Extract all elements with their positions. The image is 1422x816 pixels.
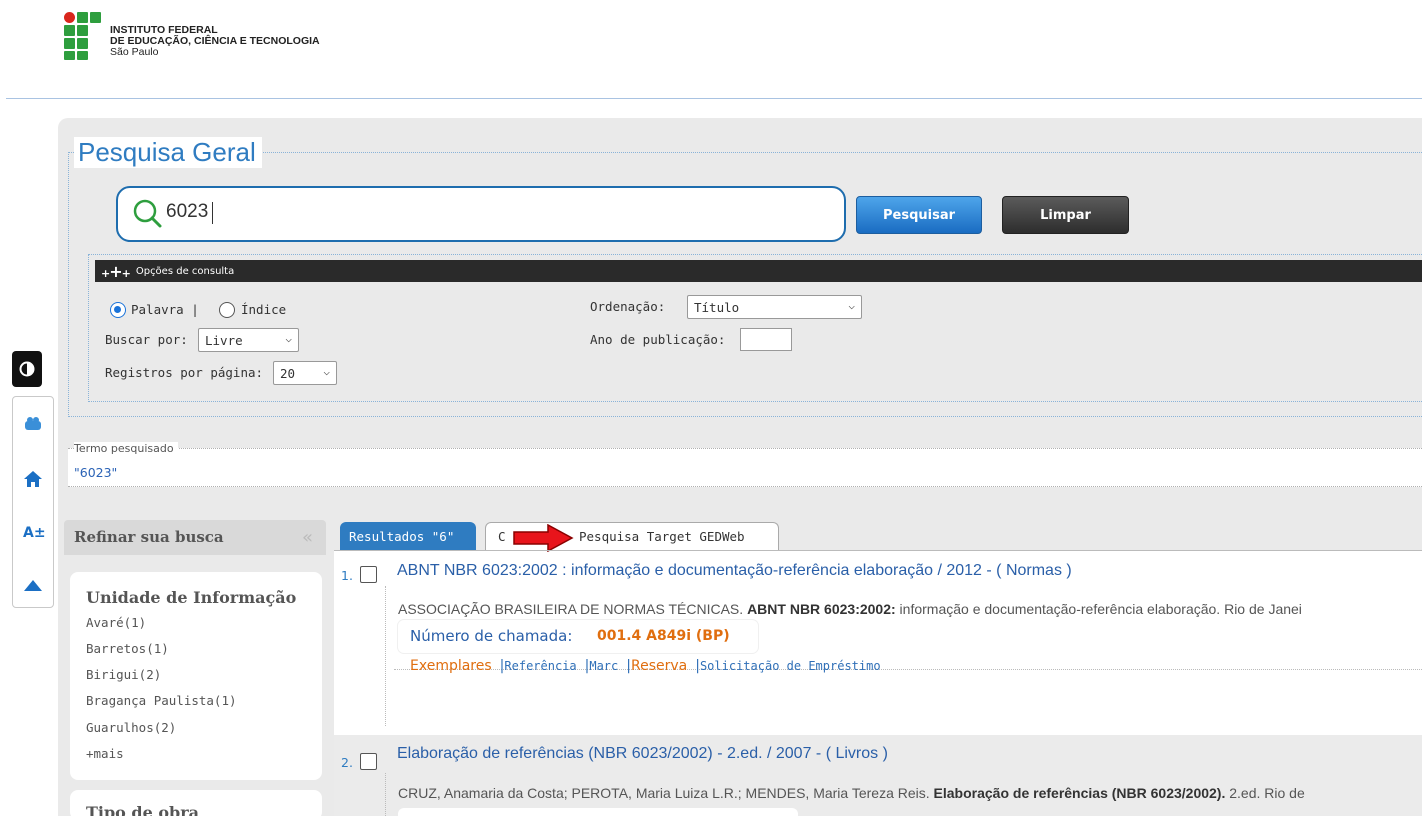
header-divider <box>6 98 1422 99</box>
buscar-por-label: Buscar por: <box>105 332 188 347</box>
call-number-box <box>398 808 798 816</box>
result-desc-bold: Elaboração de referências (NBR 6023/2002… <box>933 785 1226 801</box>
ordenacao-label: Ordenação: <box>590 299 666 314</box>
institution-logo <box>64 12 106 64</box>
contrast-icon <box>19 361 35 377</box>
tab-underline <box>334 550 1422 551</box>
call-number-label: Número de chamada: <box>410 627 573 645</box>
search-term-value: "6023" <box>74 465 118 480</box>
unidade-item-guarulhos[interactable]: Guarulhos(2) <box>86 720 176 735</box>
chevron-down-icon: ⌵ <box>323 365 330 378</box>
search-term-box <box>68 448 1422 487</box>
registros-select[interactable]: 20 ⌵ <box>273 361 337 385</box>
marc-link[interactable]: Marc <box>589 659 618 673</box>
accessibility-toolbar: A± <box>12 396 54 608</box>
menu-icon[interactable] <box>23 413 43 433</box>
referencia-link[interactable]: Referência <box>504 659 576 673</box>
radio-indice[interactable] <box>219 302 235 318</box>
clear-button[interactable]: Limpar <box>1002 196 1129 234</box>
result-author: CRUZ, Anamaria da Costa; PEROTA, Maria L… <box>398 785 934 801</box>
call-number-value: 001.4 A849i (BP) <box>597 628 730 644</box>
registros-value: 20 <box>280 365 296 381</box>
font-size-icon[interactable]: A± <box>23 525 46 541</box>
radio-indice-label[interactable]: Índice <box>241 302 286 317</box>
result-checkbox[interactable] <box>360 566 377 583</box>
search-input-value[interactable]: 6023 <box>166 201 208 223</box>
unidade-more-link[interactable]: +mais <box>86 746 124 761</box>
result-desc-rest: 2.ed. Rio de <box>1225 785 1305 801</box>
plus-icon: +++ <box>101 261 131 281</box>
result-desc-rest: informação e documentação-referência ela… <box>895 601 1302 617</box>
collapse-icon[interactable]: « <box>302 527 313 548</box>
result-title[interactable]: Elaboração de referências (NBR 6023/2002… <box>397 745 888 763</box>
options-header[interactable]: +++ Opções de consulta <box>95 260 1422 282</box>
unidade-item-barretos[interactable]: Barretos(1) <box>86 641 169 656</box>
home-icon[interactable] <box>23 469 43 489</box>
tab-target-label: Pesquisa Target GEDWeb <box>579 529 745 544</box>
search-button[interactable]: Pesquisar <box>856 196 982 234</box>
buscar-por-select[interactable]: Livre ⌵ <box>198 328 299 352</box>
registros-label: Registros por página: <box>105 365 264 380</box>
radio-palavra[interactable] <box>110 302 126 318</box>
ano-label: Ano de publicação: <box>590 332 726 347</box>
result-divider <box>385 773 386 816</box>
buscar-por-value: Livre <box>205 332 243 348</box>
result-description: ASSOCIAÇÃO BRASILEIRA DE NORMAS TÉCNICAS… <box>398 601 1302 617</box>
unidade-item-birigui[interactable]: Birigui(2) <box>86 667 161 682</box>
institution-name: INSTITUTO FEDERAL DE EDUCAÇÃO, CIÊNCIA E… <box>110 25 320 58</box>
search-input[interactable] <box>116 186 846 242</box>
red-arrow-annotation <box>513 524 574 552</box>
tab-results[interactable]: Resultados "6" <box>340 522 476 551</box>
institution-name-line3: São Paulo <box>110 46 159 58</box>
chevron-down-icon: ⌵ <box>848 299 855 312</box>
ordenacao-select[interactable]: Título ⌵ <box>687 295 862 319</box>
page-title: Pesquisa Geral <box>74 137 262 168</box>
ano-input[interactable] <box>740 328 792 351</box>
result-description: CRUZ, Anamaria da Costa; PEROTA, Maria L… <box>398 785 1305 801</box>
tab-hidden-label: C <box>498 529 506 544</box>
result-divider <box>385 586 386 726</box>
result-author: ASSOCIAÇÃO BRASILEIRA DE NORMAS TÉCNICAS… <box>398 601 748 617</box>
reserva-link[interactable]: Reserva <box>631 658 687 674</box>
emprestimo-link[interactable]: Solicitação de Empréstimo <box>700 659 881 673</box>
text-cursor <box>212 202 213 224</box>
chevron-down-icon: ⌵ <box>285 332 292 345</box>
result-checkbox[interactable] <box>360 753 377 770</box>
result-number: 2. <box>341 755 353 770</box>
unidade-item-braganca[interactable]: Bragança Paulista(1) <box>86 693 237 708</box>
result-links: Exemplares | Referência | Marc | Reserva… <box>410 656 881 676</box>
refine-title: Refinar sua busca <box>74 528 224 546</box>
back-to-top-icon[interactable] <box>23 579 43 593</box>
tipo-obra-title: Tipo de obra <box>86 803 200 816</box>
unidade-title: Unidade de Informação <box>86 588 297 607</box>
contrast-button[interactable] <box>12 351 42 387</box>
radio-palavra-label[interactable]: Palavra | <box>131 302 199 317</box>
unidade-item-avare[interactable]: Avaré(1) <box>86 615 146 630</box>
exemplares-link[interactable]: Exemplares <box>410 658 492 674</box>
search-icon <box>133 199 162 228</box>
search-term-label: Termo pesquisado <box>74 442 178 455</box>
options-header-label: Opções de consulta <box>135 265 235 277</box>
ordenacao-value: Título <box>694 299 740 315</box>
result-desc-bold: ABNT NBR 6023:2002: <box>747 601 896 617</box>
result-title[interactable]: ABNT NBR 6023:2002 : informação e docume… <box>397 562 1072 580</box>
result-number: 1. <box>341 568 353 583</box>
